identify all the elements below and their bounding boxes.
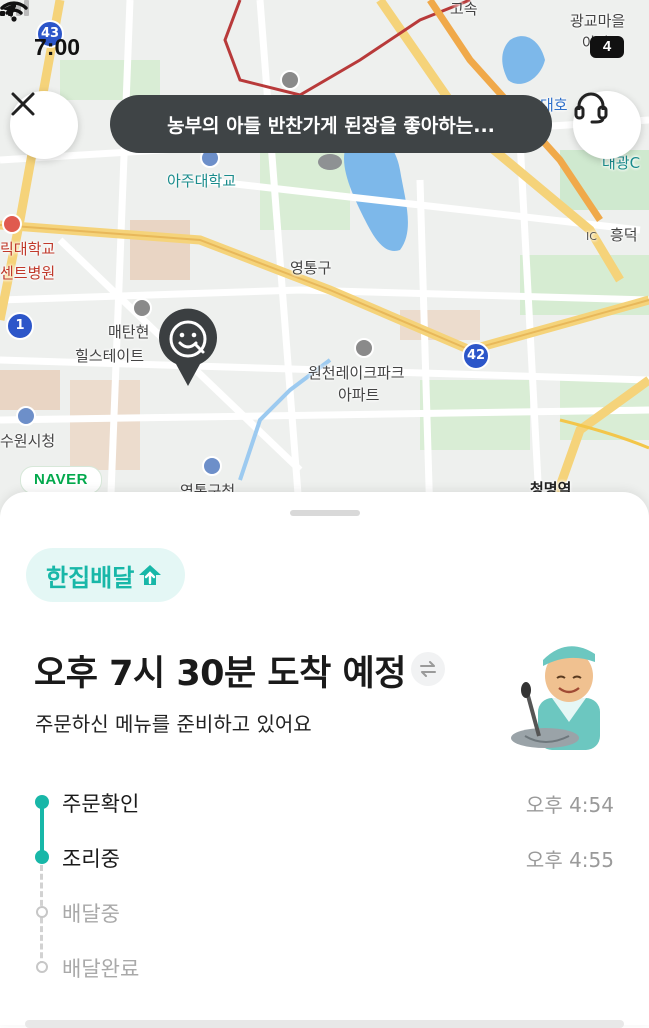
poi-icon bbox=[132, 298, 152, 318]
step-dot-pending bbox=[36, 961, 48, 973]
step-label: 배달완료 bbox=[62, 957, 140, 981]
service-type-badge: 한집배달 bbox=[26, 548, 186, 602]
map-label-maetan-1: 매탄현 bbox=[108, 323, 150, 341]
sheet-grabber[interactable] bbox=[290, 510, 360, 516]
wifi-icon bbox=[0, 1, 28, 22]
map-label-wonchen-2: 아파트 bbox=[338, 386, 380, 404]
smiley-spoon-icon bbox=[159, 308, 217, 386]
step-time: 오후 4:55 bbox=[525, 848, 614, 872]
map-view[interactable]: 광교마을 아파트 고속 대호 대광C 아주대학교 릭대학교 센트병원 영통구 I… bbox=[0, 0, 649, 520]
status-bar: 7:00 4 bbox=[0, 0, 649, 90]
poi-icon bbox=[354, 338, 374, 358]
route-shield-1: 1 bbox=[6, 312, 34, 340]
eta-title: 오후 7시 30분 도착 예정 bbox=[34, 654, 406, 694]
chef-illustration bbox=[511, 646, 600, 750]
eta-subtitle: 주문하신 메뉴를 준비하고 있어요 bbox=[35, 712, 312, 736]
step-label: 주문확인 bbox=[62, 792, 140, 816]
store-name-label: 농부의 아들 반찬가게 된장을 좋아하는... bbox=[167, 114, 495, 137]
step-dot-done bbox=[35, 850, 49, 864]
step-label: 조리중 bbox=[62, 847, 120, 871]
map-label-heungdeok: 흥덕 bbox=[610, 226, 638, 244]
route-shield-42: 42 bbox=[462, 342, 490, 370]
map-label-ajou-univ: 아주대학교 bbox=[167, 172, 237, 190]
eta-toggle-button[interactable] bbox=[411, 652, 445, 686]
poi-icon bbox=[16, 406, 36, 426]
map-label-suwon-city-hall: 수원시청 bbox=[0, 432, 56, 450]
battery-indicator: 4 bbox=[590, 36, 624, 58]
map-label-ic: IC bbox=[586, 230, 597, 243]
customer-support-button[interactable] bbox=[573, 91, 641, 159]
close-button[interactable] bbox=[10, 91, 78, 159]
naver-logo: NAVER bbox=[20, 466, 102, 494]
map-label-yeongtong-gu: 영통구 bbox=[290, 259, 332, 277]
headset-icon bbox=[574, 92, 608, 124]
service-type-label: 한집배달 bbox=[46, 563, 135, 592]
map-label-wonchen-1: 원천레이크파크 bbox=[308, 364, 405, 382]
step-dot-done bbox=[35, 795, 49, 809]
step-delivering: 배달중 bbox=[0, 898, 649, 928]
delivery-status-sheet: 한집배달 오후 7시 30분 도착 예정 주문하신 메뉴를 준비하고 있어요 주… bbox=[0, 492, 649, 1028]
bottom-section-edge bbox=[25, 1020, 624, 1028]
store-name-tooltip[interactable]: 농부의 아들 반찬가게 된장을 좋아하는... bbox=[110, 95, 552, 153]
step-dot-pending bbox=[36, 906, 48, 918]
step-delivered: 배달완료 bbox=[0, 953, 649, 983]
poi-icon bbox=[202, 456, 222, 476]
step-time: 오후 4:54 bbox=[525, 793, 614, 817]
swap-icon bbox=[420, 661, 436, 677]
store-location-pin bbox=[318, 154, 342, 170]
step-order-confirmed: 주문확인 오후 4:54 bbox=[0, 788, 649, 818]
map-label-hospital-1: 릭대학교 bbox=[0, 240, 56, 258]
house-icon bbox=[139, 565, 162, 585]
status-time: 7:00 bbox=[34, 34, 81, 60]
map-label-hospital-2: 센트병원 bbox=[0, 264, 56, 282]
close-icon bbox=[11, 92, 35, 116]
step-cooking: 조리중 오후 4:55 bbox=[0, 843, 649, 873]
step-label: 배달중 bbox=[62, 902, 120, 926]
hospital-icon bbox=[2, 214, 22, 234]
map-label-maetan-2: 힐스테이트 bbox=[75, 347, 145, 365]
